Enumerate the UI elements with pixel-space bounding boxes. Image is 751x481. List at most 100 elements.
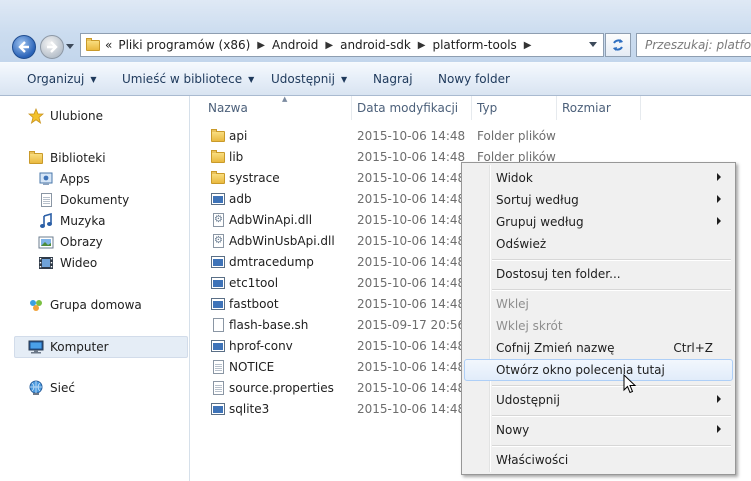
refresh-button[interactable] bbox=[605, 33, 631, 57]
file-date: 2015-10-06 14:48 bbox=[357, 150, 466, 164]
menu-label: Sortuj według bbox=[496, 193, 579, 207]
menu-label: Nowy bbox=[496, 423, 530, 437]
address-field[interactable]: « Pliki programów (x86) ▶ Android ▶ andr… bbox=[80, 33, 604, 57]
homegroup-icon bbox=[28, 297, 44, 313]
executable-icon bbox=[210, 401, 226, 417]
submenu-arrow-icon bbox=[717, 217, 721, 225]
menu-item-paste-shortcut[interactable]: Wklej skrót bbox=[464, 315, 733, 337]
breadcrumb-separator-icon[interactable]: ▶ bbox=[517, 40, 539, 51]
nav-item-videos[interactable]: Wideo bbox=[38, 253, 97, 273]
network-icon bbox=[28, 380, 44, 396]
file-name: flash-base.sh bbox=[229, 318, 309, 332]
chevron-down-icon: ▼ bbox=[340, 75, 348, 84]
file-name: AdbWinUsbApi.dll bbox=[229, 234, 335, 248]
breadcrumb-overflow[interactable]: « bbox=[105, 38, 112, 52]
nav-item-favorites[interactable]: Ulubione bbox=[27, 106, 104, 126]
mouse-cursor-icon bbox=[623, 374, 637, 394]
nav-item-libraries[interactable]: Biblioteki bbox=[28, 148, 106, 168]
menu-label: Udostępnij bbox=[496, 393, 560, 407]
file-type: Folder plików bbox=[477, 129, 556, 143]
menu-label: Cofnij Zmień nazwę bbox=[496, 341, 615, 355]
menu-separator bbox=[492, 385, 731, 387]
address-bar-area: « Pliki programów (x86) ▶ Android ▶ andr… bbox=[0, 0, 751, 62]
document-icon bbox=[210, 359, 226, 375]
menu-separator bbox=[492, 289, 731, 291]
dll-icon bbox=[210, 212, 226, 228]
column-header-size[interactable]: Rozmiar bbox=[556, 96, 641, 120]
recent-pages-dropdown-icon[interactable] bbox=[66, 44, 74, 50]
file-name: etc1tool bbox=[229, 276, 279, 290]
nav-item-documents[interactable]: Dokumenty bbox=[38, 190, 129, 210]
breadcrumb-program-files[interactable]: Pliki programów (x86) bbox=[118, 38, 250, 52]
nav-item-apps[interactable]: Apps bbox=[38, 169, 90, 189]
breadcrumb-separator-icon[interactable]: ▶ bbox=[318, 40, 340, 51]
nav-item-network[interactable]: Sieć bbox=[28, 378, 75, 398]
breadcrumb-separator-icon[interactable]: ▶ bbox=[250, 40, 272, 51]
file-date: 2015-10-06 14:48 bbox=[357, 129, 466, 143]
video-icon bbox=[38, 255, 54, 271]
executable-icon bbox=[210, 338, 226, 354]
file-name: sqlite3 bbox=[229, 402, 270, 416]
column-header-name[interactable]: ▲ Nazwa bbox=[202, 95, 352, 120]
executable-icon bbox=[210, 296, 226, 312]
file-date: 2015-10-06 14:48 bbox=[357, 297, 466, 311]
menu-label: Właściwości bbox=[496, 453, 569, 467]
nav-label: Ulubione bbox=[50, 109, 104, 123]
nav-label: Wideo bbox=[60, 256, 98, 270]
breadcrumb-platform-tools[interactable]: platform-tools bbox=[432, 38, 516, 52]
menu-item-group-by[interactable]: Grupuj według bbox=[464, 211, 733, 233]
folder-icon bbox=[210, 149, 226, 165]
breadcrumb-separator-icon[interactable]: ▶ bbox=[411, 40, 433, 51]
arrow-right-icon bbox=[47, 41, 58, 53]
menu-label: Dostosuj ten folder... bbox=[496, 267, 621, 281]
documents-icon bbox=[38, 192, 54, 208]
breadcrumb-android-sdk[interactable]: android-sdk bbox=[340, 38, 411, 52]
context-menu: Widok Sortuj według Grupuj według Odświe… bbox=[461, 162, 736, 475]
menu-item-new[interactable]: Nowy bbox=[464, 419, 733, 441]
file-date: 2015-10-06 14:48 bbox=[357, 255, 466, 269]
forward-button[interactable] bbox=[40, 35, 64, 59]
organize-label: Organizuj bbox=[27, 72, 85, 86]
file-date: 2015-10-06 14:48 bbox=[357, 381, 466, 395]
computer-icon bbox=[28, 339, 44, 355]
menu-item-undo-rename[interactable]: Cofnij Zmień nazwę Ctrl+Z bbox=[464, 337, 733, 359]
share-menu[interactable]: Udostępnij ▼ bbox=[271, 72, 347, 86]
refresh-icon bbox=[613, 39, 623, 51]
nav-item-computer[interactable]: Komputer bbox=[28, 337, 109, 357]
navigation-pane: Ulubione Biblioteki Apps Dokumenty Muzyk… bbox=[0, 96, 190, 481]
menu-item-open-command-window[interactable]: Otwórz okno polecenia tutaj bbox=[464, 359, 733, 381]
libraries-icon bbox=[28, 150, 44, 166]
file-row[interactable]: api 2015-10-06 14:48 Folder plików bbox=[210, 126, 750, 147]
address-dropdown-icon[interactable] bbox=[589, 42, 597, 48]
nav-label: Grupa domowa bbox=[50, 298, 142, 312]
nav-item-pictures[interactable]: Obrazy bbox=[38, 232, 103, 252]
apps-library-icon bbox=[38, 171, 54, 187]
menu-item-view[interactable]: Widok bbox=[464, 167, 733, 189]
column-header-type[interactable]: Typ bbox=[471, 96, 557, 120]
breadcrumb-android[interactable]: Android bbox=[272, 38, 318, 52]
file-name: api bbox=[229, 129, 248, 143]
include-in-library-menu[interactable]: Umieść w bibliotece ▼ bbox=[122, 72, 254, 86]
menu-item-customize-folder[interactable]: Dostosuj ten folder... bbox=[464, 263, 733, 285]
nav-item-music[interactable]: Muzyka bbox=[38, 211, 105, 231]
new-folder-button[interactable]: Nowy folder bbox=[438, 72, 510, 86]
search-input[interactable]: Przeszukaj: platform-tools bbox=[636, 33, 751, 57]
file-name: source.properties bbox=[229, 381, 334, 395]
file-name: dmtracedump bbox=[229, 255, 314, 269]
burn-button[interactable]: Nagraj bbox=[373, 72, 413, 86]
menu-item-paste[interactable]: Wklej bbox=[464, 293, 733, 315]
share-label: Udostępnij bbox=[271, 72, 335, 86]
column-header-date[interactable]: Data modyfikacji bbox=[351, 96, 472, 120]
folder-icon bbox=[210, 128, 226, 144]
menu-item-refresh[interactable]: Odśwież bbox=[464, 233, 733, 255]
nav-item-homegroup[interactable]: Grupa domowa bbox=[28, 295, 142, 315]
organize-menu[interactable]: Organizuj ▼ bbox=[27, 72, 96, 86]
back-button[interactable] bbox=[12, 35, 36, 59]
menu-separator bbox=[492, 445, 731, 447]
menu-item-sort-by[interactable]: Sortuj według bbox=[464, 189, 733, 211]
file-name: systrace bbox=[229, 171, 280, 185]
menu-item-properties[interactable]: Właściwości bbox=[464, 449, 733, 471]
dll-icon bbox=[210, 233, 226, 249]
menu-item-share-with[interactable]: Udostępnij bbox=[464, 389, 733, 411]
nav-label: Obrazy bbox=[60, 235, 103, 249]
